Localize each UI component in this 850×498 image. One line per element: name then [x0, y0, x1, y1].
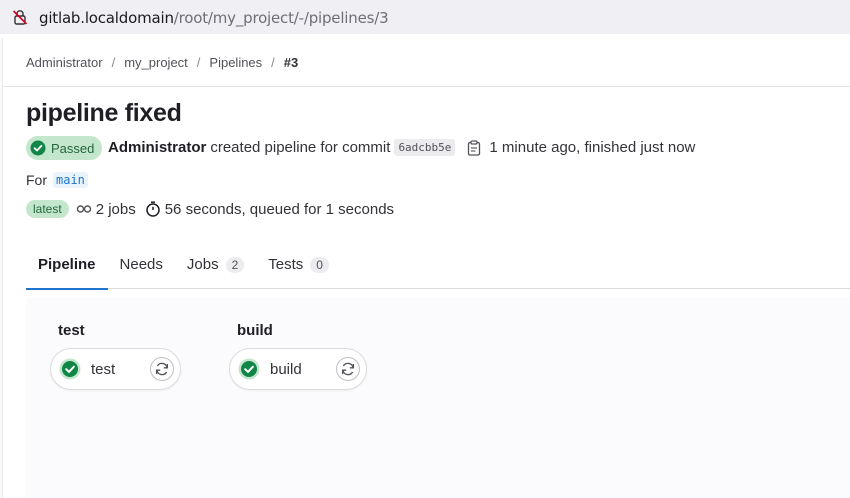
pipeline-stats: latest 2 jobs 56 seconds, queued for 1 s… — [26, 200, 394, 218]
url-text[interactable]: gitlab.localdomain/root/my_project/-/pip… — [39, 9, 389, 27]
check-circle-icon — [30, 140, 46, 156]
breadcrumb-separator: / — [271, 55, 275, 70]
tab-needs[interactable]: Needs — [108, 240, 175, 289]
action-text: created pipeline for commit — [210, 139, 391, 156]
retry-icon — [155, 362, 169, 376]
tab-pipeline[interactable]: Pipeline — [26, 240, 108, 290]
latest-badge: latest — [26, 200, 69, 218]
insecure-lock-icon — [12, 10, 28, 25]
browser-url-bar[interactable]: gitlab.localdomain/root/my_project/-/pip… — [0, 0, 850, 34]
retry-button[interactable] — [336, 357, 360, 381]
breadcrumb-separator: / — [196, 55, 201, 70]
check-circle-icon — [59, 358, 81, 380]
timer-icon — [145, 201, 160, 217]
duration-text: 56 seconds, queued for 1 seconds — [164, 200, 395, 218]
pipeline-meta: Administrator created pipeline for commi… — [108, 139, 695, 156]
author-link[interactable]: Administrator — [108, 139, 206, 156]
retry-icon — [341, 362, 355, 376]
check-circle-icon — [238, 358, 260, 380]
pipeline-icon — [76, 205, 91, 213]
job-build[interactable]: build — [229, 348, 367, 390]
tab-count-badge: 0 — [310, 256, 329, 273]
stage-title-build: build — [237, 322, 273, 339]
tab-label: Needs — [119, 256, 163, 273]
job-name: build — [270, 360, 302, 378]
breadcrumb-administrator[interactable]: Administrator — [26, 55, 103, 70]
breadcrumb-project[interactable]: my_project — [124, 55, 188, 70]
tab-label: Pipeline — [38, 256, 96, 273]
tab-jobs[interactable]: Jobs 2 — [175, 240, 256, 289]
pipeline-tabs: Pipeline Needs Jobs 2 Tests 0 — [26, 240, 850, 290]
tab-label: Tests — [268, 256, 304, 273]
job-test[interactable]: test — [50, 348, 181, 390]
clipboard-icon[interactable] — [467, 139, 481, 156]
retry-button[interactable] — [150, 357, 174, 381]
jobs-count-text: 2 jobs — [95, 200, 136, 218]
header-divider — [3, 86, 850, 87]
for-label: For — [26, 172, 47, 188]
commit-sha[interactable]: 6adcbb5e — [394, 139, 456, 156]
breadcrumb-current[interactable]: #3 — [284, 55, 298, 70]
tab-label: Jobs — [186, 256, 219, 273]
page-title: pipeline fixed — [26, 99, 182, 127]
breadcrumb: Administrator / my_project / Pipelines /… — [26, 55, 298, 70]
branch-link[interactable]: main — [53, 172, 88, 188]
branch-line: For main — [26, 172, 88, 188]
stage-title-test: test — [58, 322, 85, 339]
pipeline-time: 1 minute ago, finished just now — [489, 139, 696, 156]
pipeline-graph: test test build build — [26, 298, 850, 498]
breadcrumb-separator: / — [111, 55, 116, 70]
tab-count-badge: 2 — [225, 256, 245, 273]
sidebar-edge — [0, 38, 3, 498]
status-badge[interactable]: Passed — [26, 136, 103, 160]
breadcrumb-pipelines[interactable]: Pipelines — [209, 55, 262, 70]
job-name: test — [91, 360, 116, 378]
status-badge-label: Passed — [51, 140, 95, 156]
tab-tests[interactable]: Tests 0 — [256, 240, 341, 289]
